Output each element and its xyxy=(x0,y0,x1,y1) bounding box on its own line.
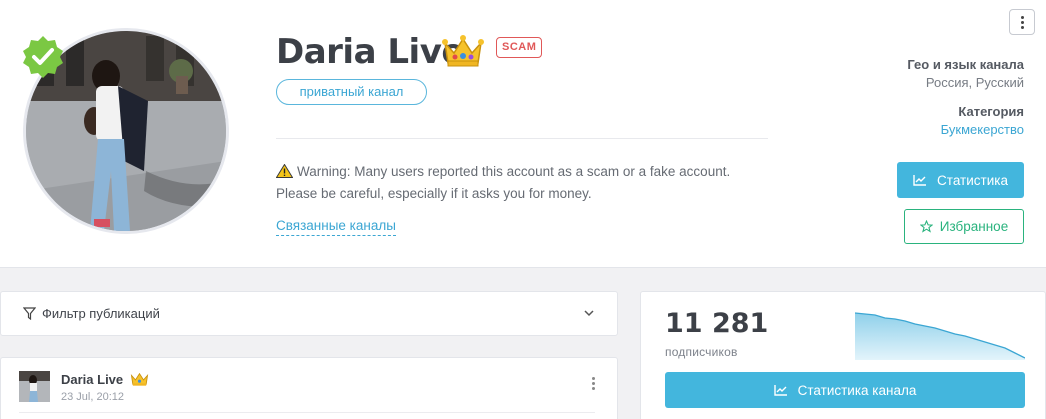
channel-header-card: Daria Live SCAM приватный канал Warning:… xyxy=(0,0,1046,268)
scam-warning: Warning: Many users reported this accoun… xyxy=(276,161,766,205)
divider xyxy=(276,138,768,139)
post-author-avatar xyxy=(19,371,50,402)
post-card: Daria Live 23 Jul, 20:12 xyxy=(0,357,618,419)
scam-badge: SCAM xyxy=(496,37,543,58)
star-icon xyxy=(919,220,933,233)
subscriber-count: 11 281 xyxy=(665,308,769,339)
warning-icon xyxy=(276,164,293,178)
geo-language-label: Гео и язык канала xyxy=(907,57,1024,72)
crown-icon xyxy=(442,35,484,67)
related-channels-link[interactable]: Связанные каналы xyxy=(276,218,396,236)
chart-line-icon xyxy=(913,175,927,186)
filter-label: Фильтр публикаций xyxy=(42,306,160,321)
chevron-down-icon[interactable] xyxy=(583,308,595,318)
filter-icon xyxy=(23,307,36,320)
statistics-button-label: Статистика xyxy=(937,172,1008,188)
category-label: Категория xyxy=(958,104,1024,119)
private-channel-badge: приватный канал xyxy=(276,79,427,105)
channel-statistics-button-label: Статистика канала xyxy=(797,382,917,398)
subscribers-sparkline xyxy=(855,312,1025,360)
post-author-name[interactable]: Daria Live xyxy=(61,372,123,387)
publication-filter[interactable]: Фильтр публикаций xyxy=(0,291,618,336)
channel-statistics-button[interactable]: Статистика канала xyxy=(665,372,1025,408)
channel-title: Daria Live xyxy=(276,32,464,72)
category-link[interactable]: Букмекерство xyxy=(941,122,1024,137)
verified-badge-icon xyxy=(23,36,63,78)
post-date: 23 Jul, 20:12 xyxy=(61,391,124,403)
warning-text: Warning: Many users reported this accoun… xyxy=(276,164,731,201)
chart-line-icon xyxy=(773,385,787,396)
subscriber-count-label: подписчиков xyxy=(665,345,738,359)
divider xyxy=(19,412,595,413)
subscribers-card: 11 281 подписчиков Статистика канала xyxy=(640,291,1046,419)
geo-language-value: Россия, Русский xyxy=(925,75,1024,90)
favorite-button[interactable]: Избранное xyxy=(904,209,1024,244)
statistics-button[interactable]: Статистика xyxy=(897,162,1024,198)
crown-icon xyxy=(130,372,149,386)
post-menu-button[interactable] xyxy=(590,377,596,393)
kebab-menu-button[interactable] xyxy=(1009,9,1035,35)
favorite-button-label: Избранное xyxy=(939,219,1009,234)
